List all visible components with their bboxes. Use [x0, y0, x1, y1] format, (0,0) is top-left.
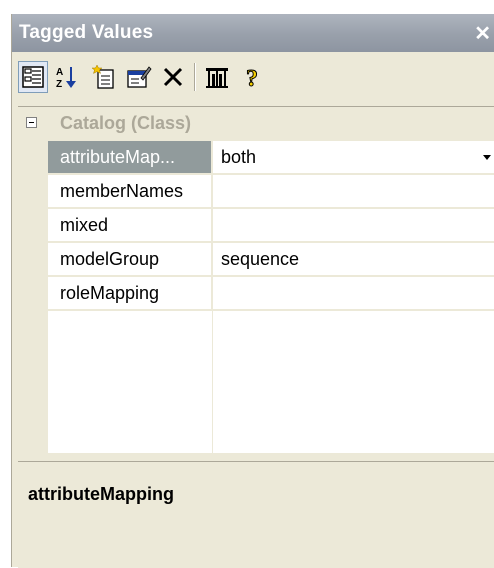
description-splitter[interactable]: [18, 453, 494, 461]
column-divider[interactable]: [212, 311, 213, 453]
property-row[interactable]: mixed: [18, 209, 494, 243]
property-row[interactable]: memberNames: [18, 175, 494, 209]
edit-properties-icon: [127, 66, 152, 88]
property-name[interactable]: attributeMap...: [48, 141, 212, 174]
panel-title: Tagged Values: [19, 22, 154, 43]
property-grid: Catalog (Class) attributeMap... both mem…: [18, 106, 494, 453]
panel-titlebar: Tagged Values ✕: [12, 14, 494, 52]
delete-button[interactable]: [158, 61, 188, 93]
property-value[interactable]: sequence: [213, 243, 494, 276]
property-value-text: both: [221, 147, 257, 167]
inherited-tags-button[interactable]: [202, 61, 232, 93]
property-row[interactable]: roleMapping: [18, 277, 494, 311]
toolbar-separator: [194, 63, 196, 91]
category-row: Catalog (Class): [18, 107, 494, 141]
property-name[interactable]: memberNames: [48, 175, 212, 208]
svg-text:A: A: [56, 67, 63, 78]
delete-icon: [163, 67, 183, 87]
inherited-tags-icon: [206, 68, 228, 88]
property-row[interactable]: modelGroup sequence: [18, 243, 494, 277]
property-value[interactable]: both: [213, 141, 494, 174]
svg-text:?: ?: [246, 66, 258, 90]
grid-empty-area: [48, 311, 494, 453]
dropdown-arrow-icon[interactable]: [483, 155, 491, 160]
help-icon: ?: [246, 66, 259, 91]
categorized-view-button[interactable]: [18, 61, 48, 93]
collapse-icon[interactable]: [26, 117, 37, 128]
property-value[interactable]: [213, 277, 494, 310]
new-tag-button[interactable]: [90, 61, 120, 93]
new-tag-icon: [92, 64, 114, 89]
description-title: attributeMapping: [28, 484, 174, 504]
sort-alphabetical-icon: A Z: [56, 67, 76, 90]
property-name[interactable]: roleMapping: [48, 277, 212, 310]
property-name[interactable]: modelGroup: [48, 243, 212, 276]
property-rows: attributeMap... both memberNames mixed m…: [18, 141, 494, 311]
edit-properties-button[interactable]: [124, 61, 154, 93]
sort-alphabetical-button[interactable]: A Z: [52, 61, 82, 93]
tagged-values-panel: Tagged Values ✕ A Z ? Catalog (Class) at…: [11, 14, 494, 568]
description-pane: attributeMapping: [18, 461, 494, 568]
property-value[interactable]: [213, 175, 494, 208]
property-name[interactable]: mixed: [48, 209, 212, 242]
help-button[interactable]: ?: [238, 61, 268, 93]
svg-text:Z: Z: [56, 79, 62, 90]
category-label: Catalog (Class): [60, 113, 192, 133]
property-row[interactable]: attributeMap... both: [18, 141, 494, 175]
close-icon[interactable]: ✕: [474, 21, 491, 46]
toolbar: A Z ?: [12, 54, 494, 102]
property-value[interactable]: [213, 209, 494, 242]
categorized-icon: [22, 66, 44, 88]
